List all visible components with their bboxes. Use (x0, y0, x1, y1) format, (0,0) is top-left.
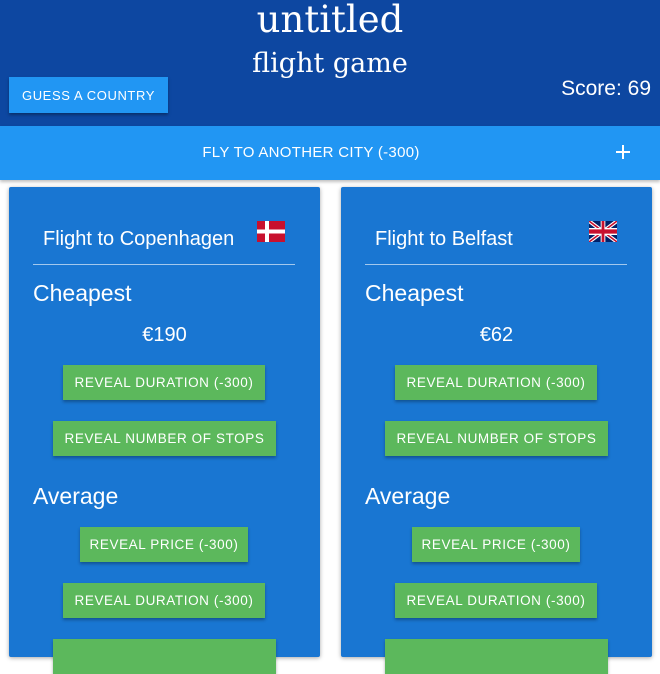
header: untitled flight game GUESS A COUNTRY Sco… (0, 0, 660, 126)
average-reveal-duration-button[interactable]: REVEAL DURATION (-300) (63, 583, 265, 618)
guess-country-button[interactable]: GUESS A COUNTRY (9, 77, 168, 113)
cheapest-heading: Cheapest (33, 280, 132, 306)
average-reveal-stops-button-partial[interactable] (385, 639, 608, 674)
cheapest-price: €62 (479, 324, 514, 346)
fly-to-another-city-label: FLY TO ANOTHER CITY (-300) (202, 144, 420, 161)
average-heading: Average (365, 483, 451, 509)
card-divider (33, 264, 295, 265)
score-display: Score: 69 (561, 77, 651, 100)
uk-flag-icon (589, 221, 617, 242)
card-divider (365, 264, 627, 265)
game-title: untitled (256, 0, 404, 41)
card-title: Flight to Belfast (375, 228, 513, 250)
reveal-number-of-stops-button[interactable]: REVEAL NUMBER OF STOPS (385, 421, 608, 456)
reveal-number-of-stops-button[interactable]: REVEAL NUMBER OF STOPS (53, 421, 276, 456)
denmark-flag-icon (257, 221, 285, 242)
card-title: Flight to Copenhagen (43, 228, 235, 250)
reveal-duration-button[interactable]: REVEAL DURATION (-300) (395, 365, 597, 400)
average-reveal-stops-button-partial[interactable] (53, 639, 276, 674)
reveal-duration-button[interactable]: REVEAL DURATION (-300) (63, 365, 265, 400)
cheapest-price: €190 (142, 324, 187, 346)
reveal-price-button[interactable]: REVEAL PRICE (-300) (80, 527, 248, 562)
average-heading: Average (33, 483, 119, 509)
cheapest-heading: Cheapest (365, 280, 464, 306)
fly-to-another-city-bar[interactable]: FLY TO ANOTHER CITY (-300) (0, 126, 660, 180)
reveal-price-button[interactable]: REVEAL PRICE (-300) (412, 527, 580, 562)
average-reveal-duration-button[interactable]: REVEAL DURATION (-300) (395, 583, 597, 618)
plus-icon[interactable] (612, 141, 634, 163)
